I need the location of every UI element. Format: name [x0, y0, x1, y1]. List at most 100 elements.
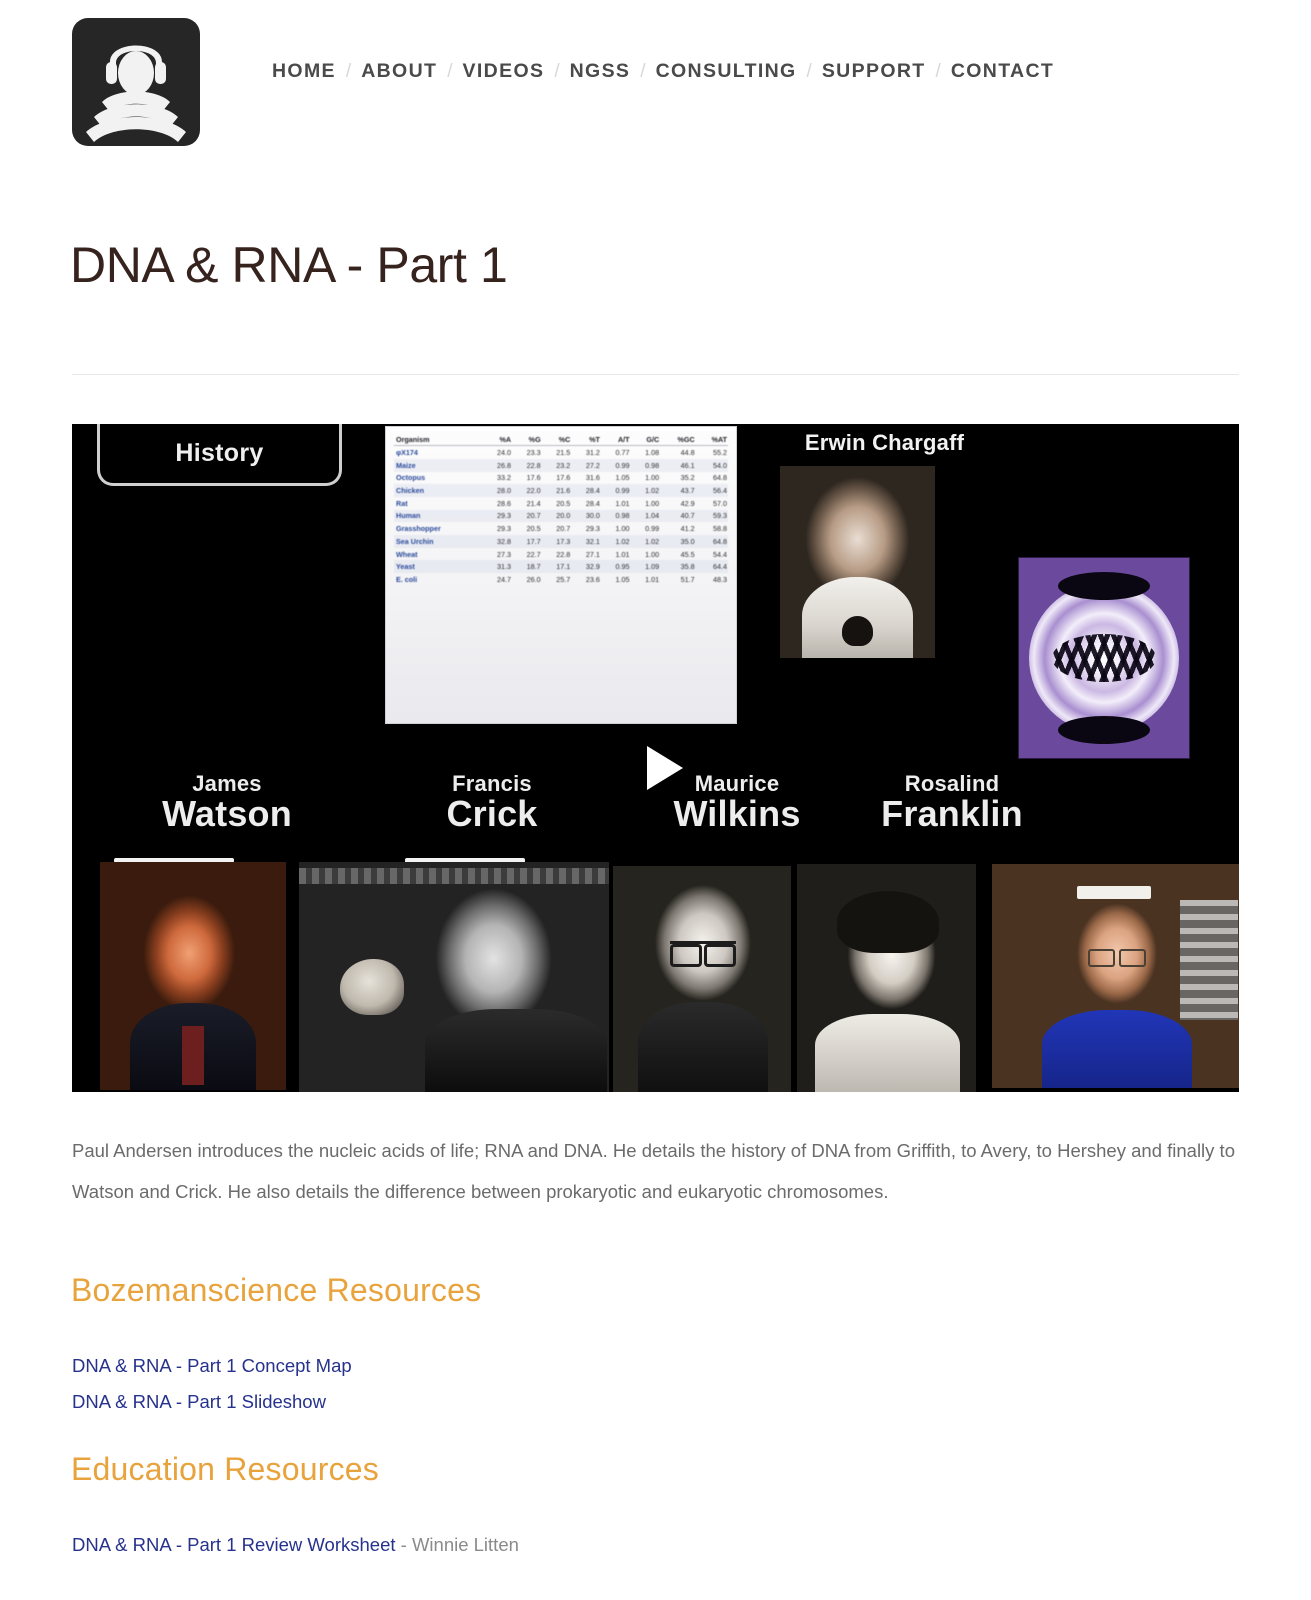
chargaff-table-element: Organism %A %G %C %T A/T G/C %GC %AT φX174 24.0 23… [394, 433, 728, 586]
table-cell: 41.2 [680, 524, 695, 534]
section-heading-education: Education Resources [71, 1451, 379, 1487]
table-col-header: %AT [695, 433, 728, 447]
resource-link-review-worksheet[interactable]: DNA & RNA - Part 1 Review Worksheet [72, 1534, 396, 1555]
table-cell: 64.8 [695, 535, 728, 548]
nav-item-contact[interactable]: CONTACT [951, 61, 1054, 82]
nav-separator: / [935, 61, 941, 83]
chargaff-portrait-block: Erwin Chargaff [777, 424, 992, 664]
crick-photo [299, 862, 610, 1092]
title-divider [72, 374, 1239, 375]
table-row: Human 29.3 20.7 20.0 30.0 0.98 1.04 40.7 59.3 [394, 509, 728, 523]
table-col-header: A/T [600, 433, 631, 447]
table-col-header: %G [512, 433, 542, 447]
table-cell: 59.3 [695, 509, 728, 523]
photo-cell-franklin [796, 854, 977, 1092]
table-cell: 35.8 [660, 560, 696, 574]
table-row: Sea Urchin 32.8 17.7 17.3 32.1 1.02 1.02 35.0 64… [394, 535, 728, 548]
table-row: Octopus 33.2 17.6 17.6 31.6 1.05 1.00 35.2 64.8 [394, 472, 728, 485]
table-cell: 35.0 [660, 535, 696, 548]
table-cell: 1.05 [615, 574, 630, 584]
diffraction-x-pattern [1052, 634, 1156, 682]
nav-item-videos[interactable]: VIDEOS [463, 61, 545, 82]
table-cell: Chicken [394, 484, 483, 497]
table-cell: Sea Urchin [394, 535, 483, 548]
resource-link-concept-map[interactable]: DNA & RNA - Part 1 Concept Map [72, 1355, 352, 1376]
table-cell: 64.4 [695, 560, 728, 574]
table-cell: 28.4 [571, 484, 601, 497]
table-cell: 24.0 [497, 448, 512, 458]
table-cell: 35.2 [680, 473, 695, 483]
table-cell: E. coli [396, 574, 418, 584]
table-col-header: %C [541, 433, 572, 447]
table-row: φX174 24.0 23.3 21.5 31.2 0.77 1.08 44.8 55.2 [394, 446, 728, 459]
site-logo-link[interactable] [72, 18, 200, 146]
table-cell: 1.02 [630, 484, 661, 497]
table-col-header: %GC [660, 433, 696, 447]
table-cell: 0.99 [600, 484, 631, 497]
table-cell: 58.8 [713, 524, 727, 534]
skull-model [340, 958, 405, 1015]
table-cell: 32.8 [482, 535, 513, 548]
table-cell: 33.2 [497, 473, 512, 483]
scientist-name-crick: Francis Crick [377, 772, 607, 834]
nav-item-home[interactable]: HOME [272, 61, 336, 82]
table-cell: 28.6 [497, 498, 512, 508]
photo-cell-presenter [992, 854, 1239, 1092]
table-cell: 0.99 [600, 458, 631, 472]
table-col-header: Organism [394, 433, 483, 447]
scientist-last-name: Crick [446, 793, 538, 835]
nav-item-support[interactable]: SUPPORT [822, 61, 926, 82]
video-thumbnail: History Organism %A %G %C %T A/T G/C %GC %AT φX1… [72, 424, 1239, 1092]
table-cell: 20.7 [556, 524, 571, 534]
hair-shape [836, 891, 939, 954]
headphones-waves-icon [86, 45, 186, 142]
table-cell: 57.0 [713, 498, 727, 508]
play-icon [647, 746, 683, 790]
table-cell: 18.7 [512, 560, 542, 574]
play-button[interactable] [647, 746, 691, 794]
table-cell: Yeast [394, 560, 483, 574]
table-cell: 54.0 [695, 458, 728, 472]
table-cell: 64.8 [713, 473, 727, 483]
table-cell: 1.00 [615, 524, 630, 534]
table-cell: 29.3 [497, 524, 512, 534]
presenter-video-frame [992, 864, 1239, 1088]
table-cell: 28.4 [585, 498, 600, 508]
table-cell: 32.9 [571, 560, 601, 574]
nav-item-about[interactable]: ABOUT [361, 61, 437, 82]
table-cell: 0.98 [630, 458, 661, 472]
table-cell: 43.7 [660, 484, 696, 497]
table-cell: 42.9 [680, 498, 695, 508]
table-row: Rat 28.6 21.4 20.5 28.4 1.01 1.00 42.9 57.0 [394, 497, 728, 510]
table-cell: 1.01 [615, 549, 630, 559]
photo-51-xray-diffraction [1018, 557, 1190, 759]
resource-link-slideshow[interactable]: DNA & RNA - Part 1 Slideshow [72, 1391, 326, 1412]
nav-item-ngss[interactable]: NGSS [570, 61, 631, 82]
nav-item-consulting[interactable]: CONSULTING [656, 61, 797, 82]
scientist-first-name: Francis [452, 771, 532, 796]
table-cell: 31.3 [482, 560, 513, 574]
table-cell: 21.5 [556, 448, 571, 458]
chargaff-name-label: Erwin Chargaff [804, 430, 965, 455]
table-cell: φX174 [396, 448, 418, 458]
table-cell: 17.3 [541, 535, 572, 548]
table-cell: 26.0 [526, 574, 541, 584]
resource-author: - Winnie Litten [395, 1534, 519, 1555]
table-cell: 27.3 [497, 549, 512, 559]
scientist-first-name: James [192, 771, 262, 796]
table-cell: 0.95 [600, 560, 631, 574]
scientist-name-franklin: Rosalind Franklin [812, 772, 1092, 834]
scientist-last-name: Watson [162, 793, 292, 835]
table-cell: 0.77 [615, 448, 630, 458]
bozemanscience-logo-icon [72, 18, 200, 146]
table-header-row: Organism %A %G %C %T A/T G/C %GC %AT [394, 433, 728, 447]
table-cell: 1.02 [600, 535, 631, 548]
table-cell: 46.1 [660, 458, 696, 472]
resource-list-education: DNA & RNA - Part 1 Review Worksheet - Wi… [72, 1527, 519, 1563]
table-cell: 51.7 [680, 574, 695, 584]
table-row: Chicken 28.0 22.0 21.6 28.4 0.99 1.02 43.7 56.4 [394, 484, 728, 497]
watson-photo [100, 862, 286, 1090]
table-row: Yeast 31.3 18.7 17.1 32.9 0.95 1.09 35.8 64.4 [394, 560, 728, 574]
main-navigation[interactable]: HOME / ABOUT / VIDEOS / NGSS / CONSULTIN… [272, 61, 1054, 83]
video-player[interactable]: History Organism %A %G %C %T A/T G/C %GC %AT φX1… [72, 424, 1239, 1092]
